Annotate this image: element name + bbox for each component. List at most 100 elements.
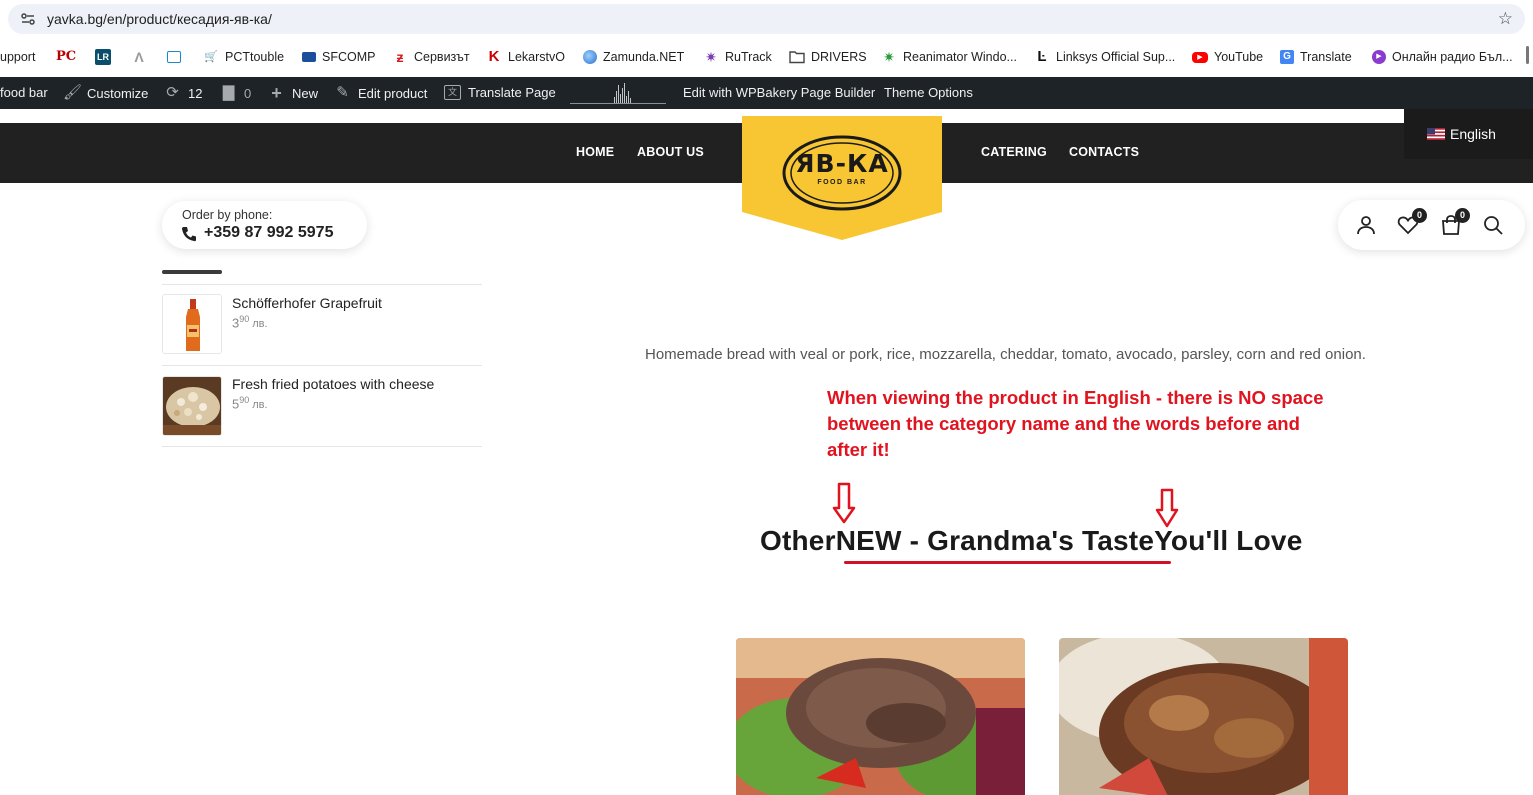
nav-catering[interactable]: CATERING xyxy=(981,145,1047,159)
cart-button[interactable]: 0 xyxy=(1440,208,1470,236)
bookmark-pc[interactable]: PC xyxy=(56,48,76,66)
bookmark-rutrack[interactable]: ✷ RuTrack xyxy=(703,48,772,66)
product-price: 590 лв. xyxy=(232,395,268,411)
product-price: 390 лв. xyxy=(232,314,268,330)
heading-before: Other xyxy=(760,525,836,556)
bookmark-label: Сервизът xyxy=(414,50,470,64)
admin-customize[interactable]: 🖌 Customize xyxy=(63,85,148,101)
heading-category-link[interactable]: NEW - Grandma's Taste xyxy=(836,525,1154,556)
traffic-sparkline[interactable] xyxy=(570,82,666,104)
site-logo[interactable]: ЯВ-КА FOOD BAR xyxy=(742,116,942,240)
category-underline xyxy=(844,561,1171,564)
product-thumbnail[interactable] xyxy=(162,376,222,436)
bookmark-label: Онлайн радио Бъл... xyxy=(1392,50,1513,64)
related-product-image[interactable] xyxy=(736,638,1025,795)
star-burst-icon: ✷ xyxy=(883,49,895,65)
arrow-down-icon xyxy=(832,482,856,524)
us-flag-icon xyxy=(1427,128,1445,140)
admin-theme-options-label: Theme Options xyxy=(884,85,973,100)
bookmark-translate[interactable]: G Translate xyxy=(1280,48,1352,66)
user-icon[interactable] xyxy=(1355,214,1377,236)
bookmark-image[interactable] xyxy=(167,48,181,66)
bookmark-label: DRIVERS xyxy=(811,50,867,64)
radio-icon: ▶ xyxy=(1372,50,1386,64)
admin-updates-count: 12 xyxy=(188,85,203,101)
price-currency: лв. xyxy=(252,399,268,412)
bookmark-label: SFCOMP xyxy=(322,50,376,64)
wishlist-count-badge: 0 xyxy=(1412,208,1427,223)
admin-translate-page[interactable]: 文 Translate Page xyxy=(444,85,556,100)
bookmark-lekarstvo[interactable]: K LekarstvO xyxy=(486,48,565,66)
bookmark-zamunda[interactable]: Zamunda.NET xyxy=(583,48,684,66)
admin-site-label: food bar xyxy=(0,85,48,100)
language-label: English xyxy=(1450,126,1496,142)
product-name[interactable]: Schöfferhofer Grapefruit xyxy=(232,295,382,311)
bookmark-label: Reanimator Windo... xyxy=(903,50,1017,64)
url-text[interactable]: yavka.bg/en/product/кесадия-яв-ка/ xyxy=(47,11,272,27)
site-settings-icon[interactable] xyxy=(20,11,36,27)
search-icon[interactable] xyxy=(1482,214,1504,236)
address-bar[interactable]: yavka.bg/en/product/кесадия-яв-ка/ ☆ xyxy=(8,4,1525,34)
nav-home[interactable]: HOME xyxy=(576,145,614,159)
bookmark-reanimator[interactable]: ✷ Reanimator Windo... xyxy=(881,48,1017,66)
bookmark-label: LekarstvO xyxy=(508,50,565,64)
price-decimal: 90 xyxy=(239,314,250,324)
product-thumbnail[interactable] xyxy=(162,294,222,354)
bookmark-lambda[interactable]: Λ xyxy=(131,48,147,66)
related-product-image[interactable] xyxy=(1059,638,1348,795)
browser-address-area: yavka.bg/en/product/кесадия-яв-ка/ ☆ xyxy=(0,0,1533,38)
bookmark-label: RuTrack xyxy=(725,50,772,64)
plus-icon: + xyxy=(271,83,282,103)
divider xyxy=(162,446,482,447)
sfcomp-icon xyxy=(302,52,316,62)
admin-customize-label: Customize xyxy=(87,85,149,101)
screenshot-annotation: When viewing the product in English - th… xyxy=(827,387,1324,460)
bookmark-pctouble[interactable]: 🛒 PCTtouble xyxy=(203,48,284,66)
order-label: Order by phone: xyxy=(182,208,273,222)
admin-new[interactable]: + New xyxy=(268,83,318,103)
product-name[interactable]: Fresh fried potatoes with cheese xyxy=(232,376,434,392)
cart-count-badge: 0 xyxy=(1455,208,1470,223)
bookmarks-bar: upport PC LR Λ 🛒 PCTtouble SFCOMP ƶ Сервиз… xyxy=(0,38,1533,75)
bookmark-label: YouTube xyxy=(1214,50,1264,64)
translate-page-icon: 文 xyxy=(444,85,461,100)
bookmark-servizat[interactable]: ƶ Сервизът xyxy=(392,48,470,66)
bookmarks-overflow[interactable] xyxy=(1526,46,1529,64)
zigzag-icon: ƶ xyxy=(396,49,404,65)
heading-after: You'll Love xyxy=(1154,525,1303,556)
bookmark-label: PCTtouble xyxy=(225,50,285,64)
header-icon-group: 0 0 xyxy=(1338,200,1525,250)
bookmark-label: Translate xyxy=(1300,50,1352,64)
admin-wpbakery[interactable]: Edit with WPBakery Page Builder xyxy=(683,85,875,100)
nav-about-us[interactable]: ABOUT US xyxy=(637,145,704,159)
lr-icon: LR xyxy=(95,49,111,65)
k-icon: K xyxy=(488,48,500,65)
phone-number: +359 87 992 5975 xyxy=(204,224,334,241)
admin-edit-product-label: Edit product xyxy=(358,85,428,101)
admin-wpbakery-label: Edit with WPBakery Page Builder xyxy=(683,85,876,100)
bookmark-sfcomp[interactable]: SFCOMP xyxy=(302,48,375,66)
admin-translate-page-label: Translate Page xyxy=(468,85,556,100)
related-products-heading: OtherNEW - Grandma's TasteYou'll Love xyxy=(760,525,1302,557)
bookmark-support[interactable]: upport xyxy=(0,48,35,66)
nav-contacts[interactable]: CONTACTS xyxy=(1069,145,1139,159)
bookmark-star-icon[interactable]: ☆ xyxy=(1498,10,1513,28)
bookmark-drivers[interactable]: DRIVERS xyxy=(789,48,867,66)
image-icon xyxy=(167,51,181,63)
admin-theme-options[interactable]: Theme Options xyxy=(884,85,973,100)
bookmark-linksys[interactable]: Ŀ Linksys Official Sup... xyxy=(1034,48,1175,66)
wishlist-button[interactable]: 0 xyxy=(1397,208,1427,236)
price-currency: лв. xyxy=(252,318,268,331)
admin-site-name[interactable]: food bar xyxy=(0,85,48,100)
bookmark-youtube[interactable]: ▶ YouTube xyxy=(1192,48,1263,66)
divider xyxy=(162,284,482,285)
bookmark-radio[interactable]: ▶ Онлайн радио Бъл... xyxy=(1372,48,1513,66)
admin-edit-product[interactable]: ✎ Edit product xyxy=(334,85,427,101)
admin-updates[interactable]: ⟳ 12 xyxy=(164,85,202,101)
language-switcher[interactable]: English xyxy=(1404,109,1533,159)
order-by-phone[interactable]: Order by phone: +359 87 992 5975 xyxy=(162,201,367,249)
bookmark-lr[interactable]: LR xyxy=(95,48,111,66)
globe-icon xyxy=(583,50,597,64)
admin-comments[interactable]: ▇ 0 xyxy=(220,85,252,101)
youtube-icon: ▶ xyxy=(1192,51,1208,63)
